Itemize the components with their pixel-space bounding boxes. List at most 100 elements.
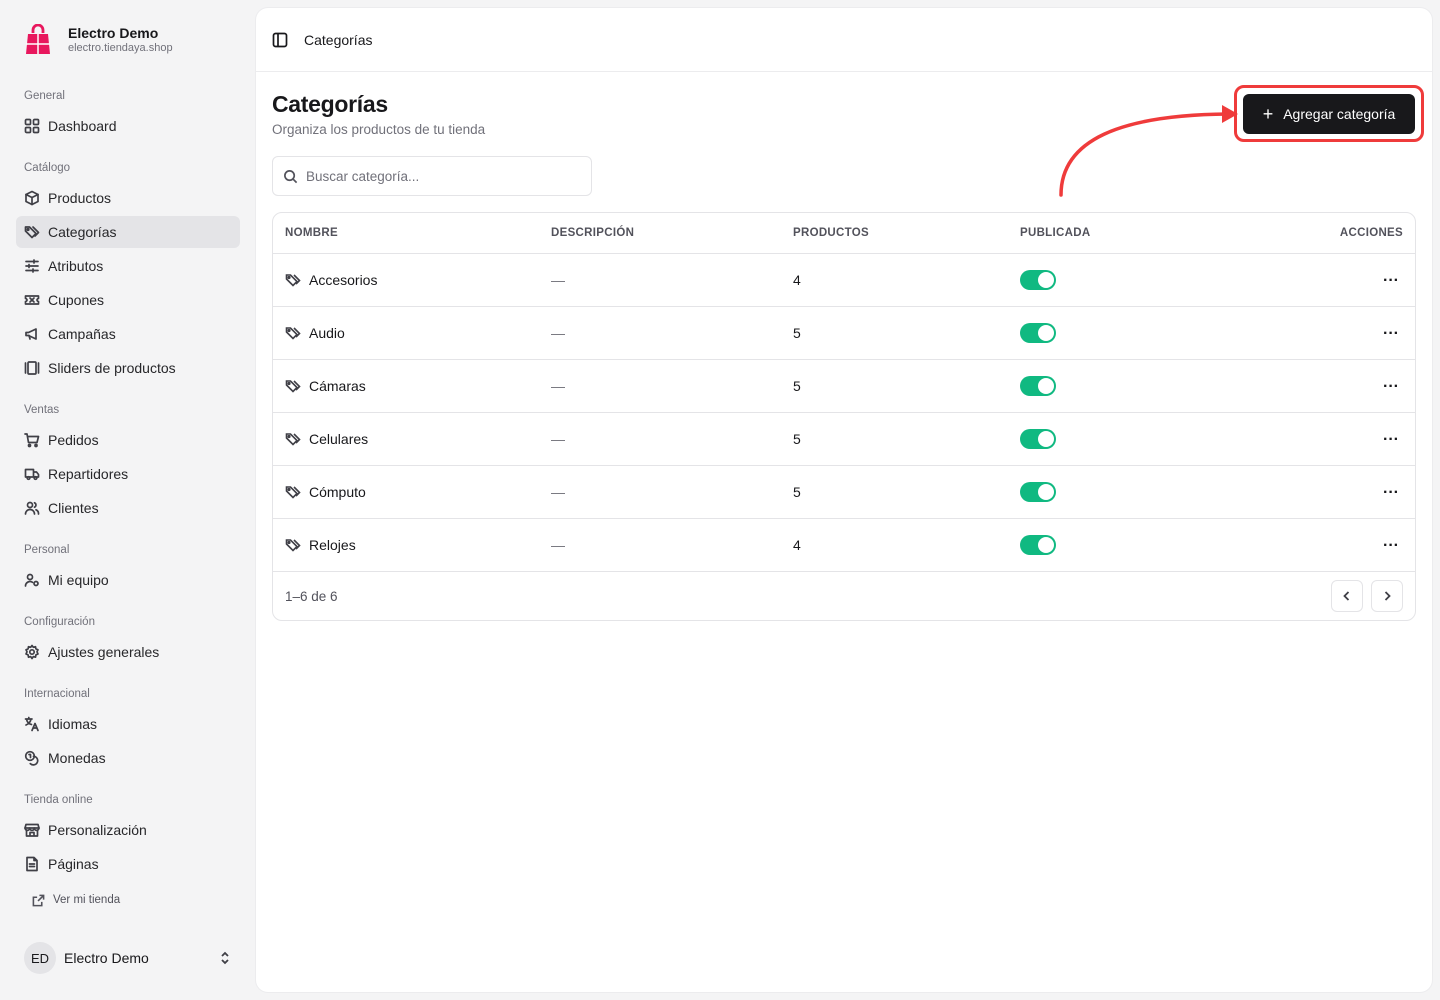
sidebar-item-label: Monedas	[48, 750, 106, 766]
published-toggle[interactable]	[1020, 376, 1056, 396]
more-actions-button[interactable]: ···	[1379, 325, 1403, 342]
user-menu[interactable]: ED Electro Demo	[16, 940, 240, 976]
sidebar-item-clientes[interactable]: Clientes	[16, 492, 240, 524]
breadcrumb[interactable]: Categorías	[304, 32, 372, 48]
published-toggle[interactable]	[1020, 535, 1056, 555]
sidebar-item-label: Atributos	[48, 258, 104, 274]
sidebar-toggle-icon[interactable]	[272, 32, 288, 48]
dashboard-icon	[24, 118, 40, 134]
sidebar-item-idiomas[interactable]: Idiomas	[16, 708, 240, 740]
sidebar-item-sliders[interactable]: Sliders de productos	[16, 352, 240, 384]
sidebar-item-label: Clientes	[48, 500, 99, 516]
sidebar-item-label: Páginas	[48, 856, 99, 872]
sidebar-item-categorias[interactable]: Categorías	[16, 216, 240, 248]
more-actions-button[interactable]: ···	[1379, 484, 1403, 501]
group-label-internacional: Internacional	[24, 688, 90, 700]
more-actions-button[interactable]: ···	[1379, 431, 1403, 448]
published-toggle[interactable]	[1020, 429, 1056, 449]
sidebar-item-label: Productos	[48, 190, 112, 206]
table-row[interactable]: Audio — 5 ···	[273, 307, 1415, 360]
table-row[interactable]: Relojes — 4 ···	[273, 519, 1415, 572]
sidebar-item-label: Mi equipo	[48, 572, 109, 588]
sidebar-item-paginas[interactable]: Páginas	[16, 848, 240, 880]
view-store-label: Ver mi tienda	[53, 894, 121, 906]
more-actions-button[interactable]: ···	[1379, 272, 1403, 289]
sidebar-item-label: Dashboard	[48, 118, 117, 134]
plus-icon: +	[1262, 104, 1274, 124]
more-actions-button[interactable]: ···	[1379, 537, 1403, 554]
sidebar-item-label: Sliders de productos	[48, 360, 176, 376]
category-product-count: 4	[793, 272, 801, 288]
gear-icon	[24, 644, 40, 660]
category-description: —	[551, 272, 565, 288]
sidebar-item-mi-equipo[interactable]: Mi equipo	[16, 564, 240, 596]
ticket-icon	[24, 292, 40, 308]
column-header-descripcion[interactable]: DESCRIPCIÓN	[539, 227, 781, 239]
sliders-icon	[24, 258, 40, 274]
brand[interactable]: Electro Demo electro.tiendaya.shop	[16, 16, 240, 64]
main-panel: Categorías Categorías Organiza los produ…	[256, 8, 1432, 992]
category-description: —	[551, 431, 565, 447]
more-actions-button[interactable]: ···	[1379, 378, 1403, 395]
category-name[interactable]: Cámaras	[309, 378, 366, 394]
sidebar-item-campanas[interactable]: Campañas	[16, 318, 240, 350]
sidebar-item-label: Personalización	[48, 822, 147, 838]
sidebar-item-label: Cupones	[48, 292, 105, 308]
category-description: —	[551, 378, 565, 394]
table-row[interactable]: Cámaras — 5 ···	[273, 360, 1415, 413]
category-name[interactable]: Relojes	[309, 537, 356, 553]
published-toggle[interactable]	[1020, 323, 1056, 343]
add-category-label: Agregar categoría	[1283, 106, 1396, 122]
table-row[interactable]: Accesorios — 4 ···	[273, 254, 1415, 307]
user-name: Electro Demo	[64, 950, 149, 966]
category-product-count: 5	[793, 325, 801, 341]
language-icon	[24, 716, 40, 732]
group-label-catalogo: Catálogo	[24, 162, 71, 174]
column-header-publicada[interactable]: PUBLICADA	[1008, 227, 1288, 239]
category-name[interactable]: Cómputo	[309, 484, 366, 500]
sidebar-item-productos[interactable]: Productos	[16, 182, 240, 214]
tag-icon	[285, 380, 301, 393]
sidebar-item-atributos[interactable]: Atributos	[16, 250, 240, 282]
cart-icon	[24, 432, 40, 448]
category-name[interactable]: Celulares	[309, 431, 368, 447]
column-header-nombre[interactable]: NOMBRE	[273, 227, 539, 239]
published-toggle[interactable]	[1020, 482, 1056, 502]
sidebar-item-label: Repartidores	[48, 466, 129, 482]
tag-icon	[285, 274, 301, 287]
group-label-tienda-online: Tienda online	[24, 794, 93, 806]
sidebar-item-cupones[interactable]: Cupones	[16, 284, 240, 316]
topbar: Categorías	[256, 8, 1432, 72]
table-footer: 1–6 de 6	[273, 572, 1415, 620]
category-description: —	[551, 537, 565, 553]
category-product-count: 5	[793, 431, 801, 447]
avatar: ED	[24, 942, 56, 974]
group-label-personal: Personal	[24, 544, 70, 556]
search-icon	[284, 169, 298, 183]
sidebar-item-label: Campañas	[48, 326, 116, 342]
category-name[interactable]: Audio	[309, 325, 345, 341]
table-row[interactable]: Celulares — 5 ···	[273, 413, 1415, 466]
next-page-button[interactable]	[1371, 580, 1403, 612]
tag-icon	[285, 486, 301, 499]
category-product-count: 5	[793, 378, 801, 394]
truck-icon	[24, 466, 40, 482]
view-store-link[interactable]: Ver mi tienda	[16, 886, 240, 914]
sidebar-item-ajustes[interactable]: Ajustes generales	[16, 636, 240, 668]
sidebar-item-monedas[interactable]: Monedas	[16, 742, 240, 774]
table-row[interactable]: Cómputo — 5 ···	[273, 466, 1415, 519]
add-category-button[interactable]: + Agregar categoría	[1243, 94, 1415, 134]
sidebar-item-personalizacion[interactable]: Personalización	[16, 814, 240, 846]
sidebar-item-dashboard[interactable]: Dashboard	[16, 110, 240, 142]
sidebar-item-repartidores[interactable]: Repartidores	[16, 458, 240, 490]
previous-page-button[interactable]	[1331, 580, 1363, 612]
search-input[interactable]	[306, 168, 566, 184]
sidebar-item-pedidos[interactable]: Pedidos	[16, 424, 240, 456]
published-toggle[interactable]	[1020, 270, 1056, 290]
sidebar-item-label: Idiomas	[48, 716, 98, 732]
category-name[interactable]: Accesorios	[309, 272, 377, 288]
page-header: Categorías Organiza los productos de tu …	[272, 90, 485, 137]
tag-icon	[285, 327, 301, 340]
shopping-bag-logo-icon	[26, 24, 50, 54]
column-header-productos[interactable]: PRODUCTOS	[781, 227, 1008, 239]
